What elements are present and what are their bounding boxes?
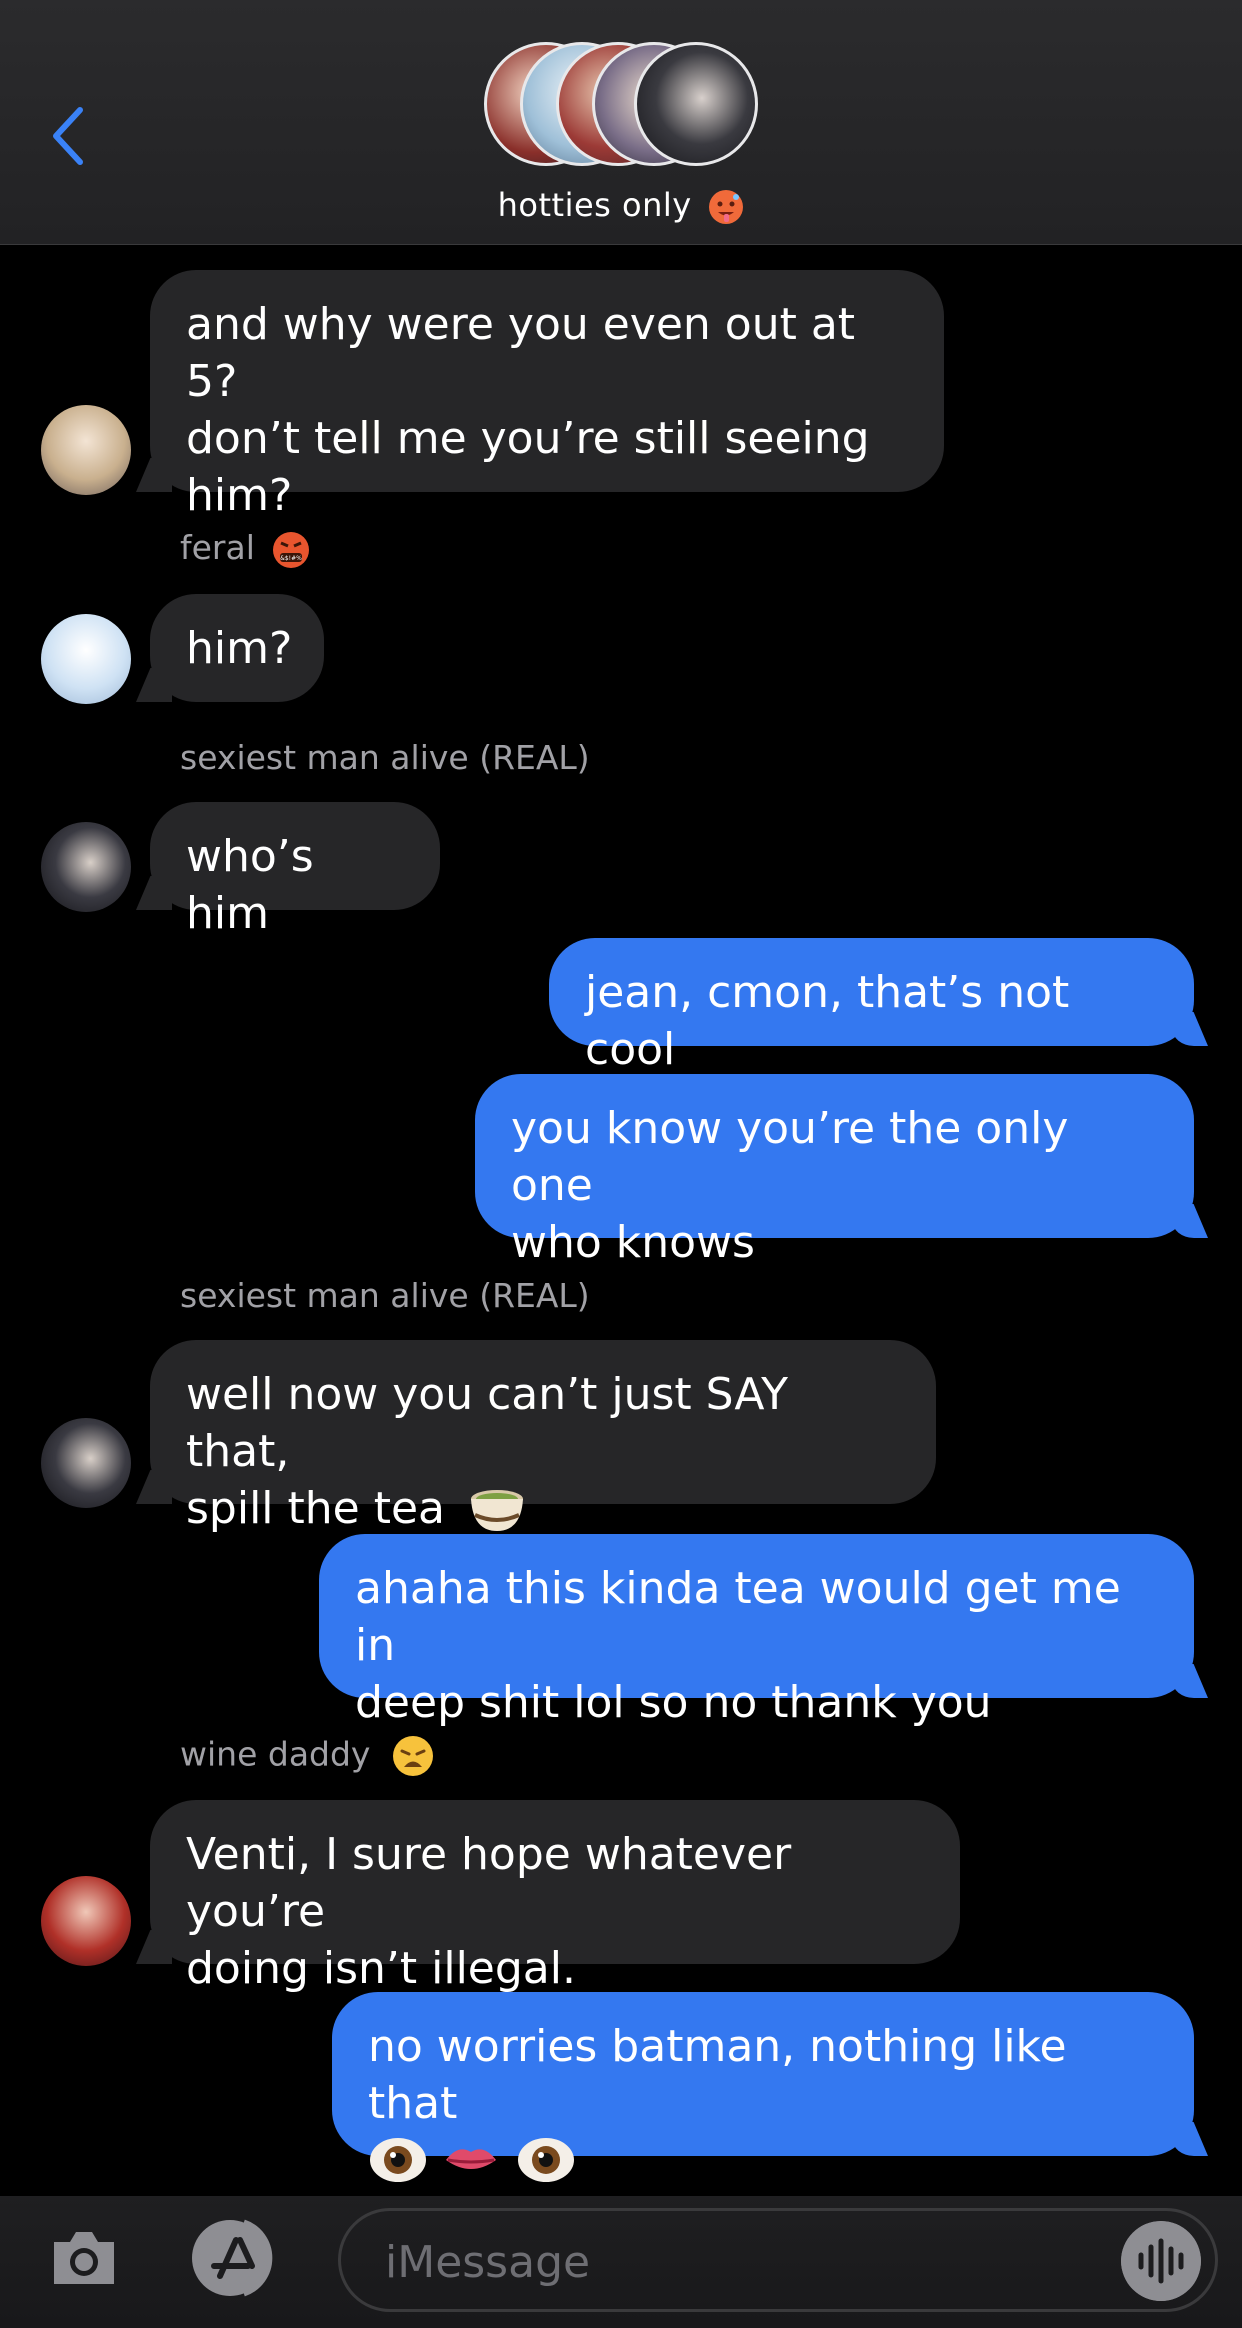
- eyes-lips-emoji-group: [370, 2138, 574, 2182]
- message-bubble-incoming[interactable]: Venti, I sure hope whatever you’re doing…: [150, 1800, 960, 1994]
- message-line: Venti, I sure hope whatever you’re: [186, 1829, 792, 1937]
- message-line: you know you’re the only one: [511, 1103, 1069, 1211]
- message-bubble-outgoing[interactable]: no worries batman, nothing like that: [332, 1992, 1194, 2182]
- sender-avatar[interactable]: [41, 614, 131, 704]
- cursing-face-icon: &$!#%: [273, 531, 310, 568]
- message-line: and why were you even out at 5?: [186, 299, 856, 407]
- message-line: deep shit lol so no thank you: [355, 1677, 992, 1728]
- app-store-icon[interactable]: [190, 2218, 284, 2298]
- message-text: spill the tea: [186, 1483, 445, 1534]
- message-bubble-outgoing[interactable]: jean, cmon, that’s not cool: [549, 938, 1194, 1075]
- message-bubble-incoming[interactable]: him?: [150, 594, 324, 702]
- teacup-icon: [471, 1490, 523, 1531]
- message-line: well now you can’t just SAY that,: [186, 1369, 788, 1477]
- back-chevron-icon[interactable]: [48, 104, 88, 168]
- group-title[interactable]: hotties only: [0, 186, 1242, 225]
- message-bubble-outgoing[interactable]: ahaha this kinda tea would get me in dee…: [319, 1534, 1194, 1728]
- message-bubble-incoming[interactable]: well now you can’t just SAY that, spill …: [150, 1340, 936, 1534]
- group-name-text: hotties only: [497, 186, 692, 224]
- message-bubble-incoming[interactable]: and why were you even out at 5? don’t te…: [150, 270, 944, 521]
- audio-waveform-icon[interactable]: [1121, 2221, 1201, 2301]
- message-bubble-outgoing[interactable]: you know you’re the only one who knows: [475, 1074, 1194, 1268]
- eye-icon: [518, 2138, 574, 2182]
- sender-name: sexiest man alive (REAL): [180, 738, 590, 777]
- message-line: who’s him: [186, 831, 314, 939]
- message-line: jean, cmon, that’s not cool: [585, 967, 1070, 1075]
- compose-bar: iMessage: [0, 2196, 1242, 2328]
- message-input[interactable]: iMessage: [338, 2208, 1218, 2312]
- svg-text:&$!#%: &$!#%: [281, 555, 303, 562]
- sender-avatar[interactable]: [41, 1876, 131, 1966]
- sender-name-text: feral: [180, 528, 255, 567]
- message-line: him?: [186, 470, 293, 521]
- sender-name-text: wine daddy: [180, 1734, 371, 1774]
- message-bubble-incoming[interactable]: who’s him: [150, 802, 440, 939]
- message-line: doing isn’t illegal.: [186, 1943, 576, 1994]
- message-line: him?: [186, 623, 293, 674]
- sender-avatar[interactable]: [41, 822, 131, 912]
- sender-name: wine daddy: [180, 1734, 435, 1778]
- hot-face-icon: [709, 190, 744, 224]
- group-avatar-5: [634, 42, 758, 166]
- message-line: who knows: [511, 1217, 755, 1268]
- message-line: no worries batman, nothing like that: [368, 2021, 1067, 2129]
- sender-name: sexiest man alive (REAL): [180, 1276, 590, 1315]
- message-line: ahaha this kinda tea would get me in: [355, 1563, 1121, 1671]
- eye-icon: [370, 2138, 426, 2182]
- sender-avatar[interactable]: [41, 1418, 131, 1508]
- weary-face-icon: [392, 1736, 433, 1776]
- sender-avatar[interactable]: [41, 405, 131, 495]
- message-line: [368, 2132, 1158, 2189]
- message-line: spill the tea: [186, 1480, 900, 1537]
- conversation-header: hotties only: [0, 0, 1242, 245]
- group-avatar-stack[interactable]: [484, 42, 760, 170]
- lips-icon: [446, 2149, 496, 2169]
- camera-icon[interactable]: [48, 2226, 120, 2290]
- message-line: don’t tell me you’re still seeing: [186, 413, 870, 464]
- sender-name: feral &$!#%: [180, 528, 311, 570]
- message-input-placeholder: iMessage: [385, 2237, 591, 2288]
